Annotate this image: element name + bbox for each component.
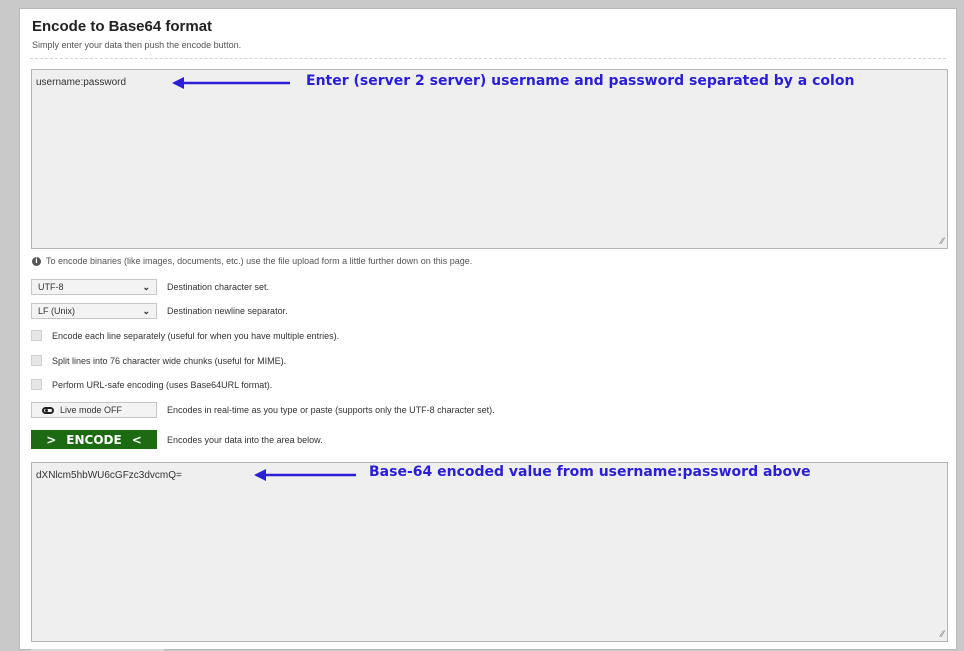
live-mode-description: Encodes in real-time as you type or past… bbox=[167, 405, 495, 415]
input-value: username:password bbox=[36, 77, 127, 88]
resize-grip-icon[interactable]: ⁄⁄ bbox=[941, 629, 944, 639]
annotation-arrow-icon bbox=[172, 77, 290, 89]
annotation-arrow-icon bbox=[254, 469, 356, 481]
encode-description: Encodes your data into the area below. bbox=[167, 434, 323, 445]
each-line-row: Encode each line separately (useful for … bbox=[31, 330, 339, 341]
encode-label: ENCODE bbox=[66, 432, 122, 447]
newline-label: Destination newline separator. bbox=[167, 306, 288, 316]
encode-button[interactable]: > ENCODE < bbox=[31, 430, 157, 449]
header-divider bbox=[30, 58, 946, 59]
split-lines-label: Split lines into 76 character wide chunk… bbox=[52, 355, 287, 366]
info-text: To encode binaries (like images, documen… bbox=[46, 256, 473, 266]
live-mode-label: Live mode OFF bbox=[60, 405, 123, 415]
encoder-panel: Encode to Base64 format Simply enter you… bbox=[19, 8, 957, 651]
url-safe-label: Perform URL-safe encoding (uses Base64UR… bbox=[52, 379, 273, 390]
output-annotation: Base-64 encoded value from username:pass… bbox=[369, 464, 811, 480]
live-mode-toggle[interactable]: Live mode OFF bbox=[31, 402, 157, 418]
chevron-left-icon: < bbox=[131, 432, 142, 447]
charset-row: UTF-8 ⌄ Destination character set. bbox=[31, 279, 269, 295]
input-annotation: Enter (server 2 server) username and pas… bbox=[306, 73, 855, 89]
split-lines-row: Split lines into 76 character wide chunk… bbox=[31, 355, 286, 366]
url-safe-checkbox[interactable] bbox=[31, 379, 42, 390]
each-line-checkbox[interactable] bbox=[31, 330, 42, 341]
chevron-down-icon: ⌄ bbox=[142, 281, 150, 292]
newline-value: LF (Unix) bbox=[38, 306, 76, 316]
chevron-down-icon: ⌄ bbox=[142, 305, 150, 316]
info-icon: i bbox=[32, 256, 41, 266]
info-row: i To encode binaries (like images, docum… bbox=[32, 256, 472, 266]
newline-select[interactable]: LF (Unix) ⌄ bbox=[31, 303, 157, 319]
live-mode-row: Live mode OFF Encodes in real-time as yo… bbox=[31, 402, 495, 418]
charset-select[interactable]: UTF-8 ⌄ bbox=[31, 279, 157, 295]
each-line-label: Encode each line separately (useful for … bbox=[52, 330, 340, 341]
toggle-icon bbox=[42, 406, 54, 414]
url-safe-row: Perform URL-safe encoding (uses Base64UR… bbox=[31, 379, 272, 390]
chevron-right-icon: > bbox=[46, 432, 57, 447]
page-subtitle: Simply enter your data then push the enc… bbox=[32, 40, 242, 50]
charset-label: Destination character set. bbox=[167, 282, 270, 292]
resize-grip-icon[interactable]: ⁄⁄ bbox=[941, 236, 944, 246]
split-lines-checkbox[interactable] bbox=[31, 355, 42, 366]
encode-row: > ENCODE < Encodes your data into the ar… bbox=[31, 430, 323, 449]
output-value: dXNlcm5hbWU6cGFzc3dvcmQ= bbox=[36, 470, 182, 481]
output-textarea[interactable]: dXNlcm5hbWU6cGFzc3dvcmQ= ⁄⁄ bbox=[31, 462, 948, 642]
newline-row: LF (Unix) ⌄ Destination newline separato… bbox=[31, 303, 288, 319]
charset-value: UTF-8 bbox=[38, 282, 64, 292]
input-textarea[interactable]: username:password ⁄⁄ bbox=[31, 69, 948, 249]
page-title: Encode to Base64 format bbox=[32, 18, 213, 35]
